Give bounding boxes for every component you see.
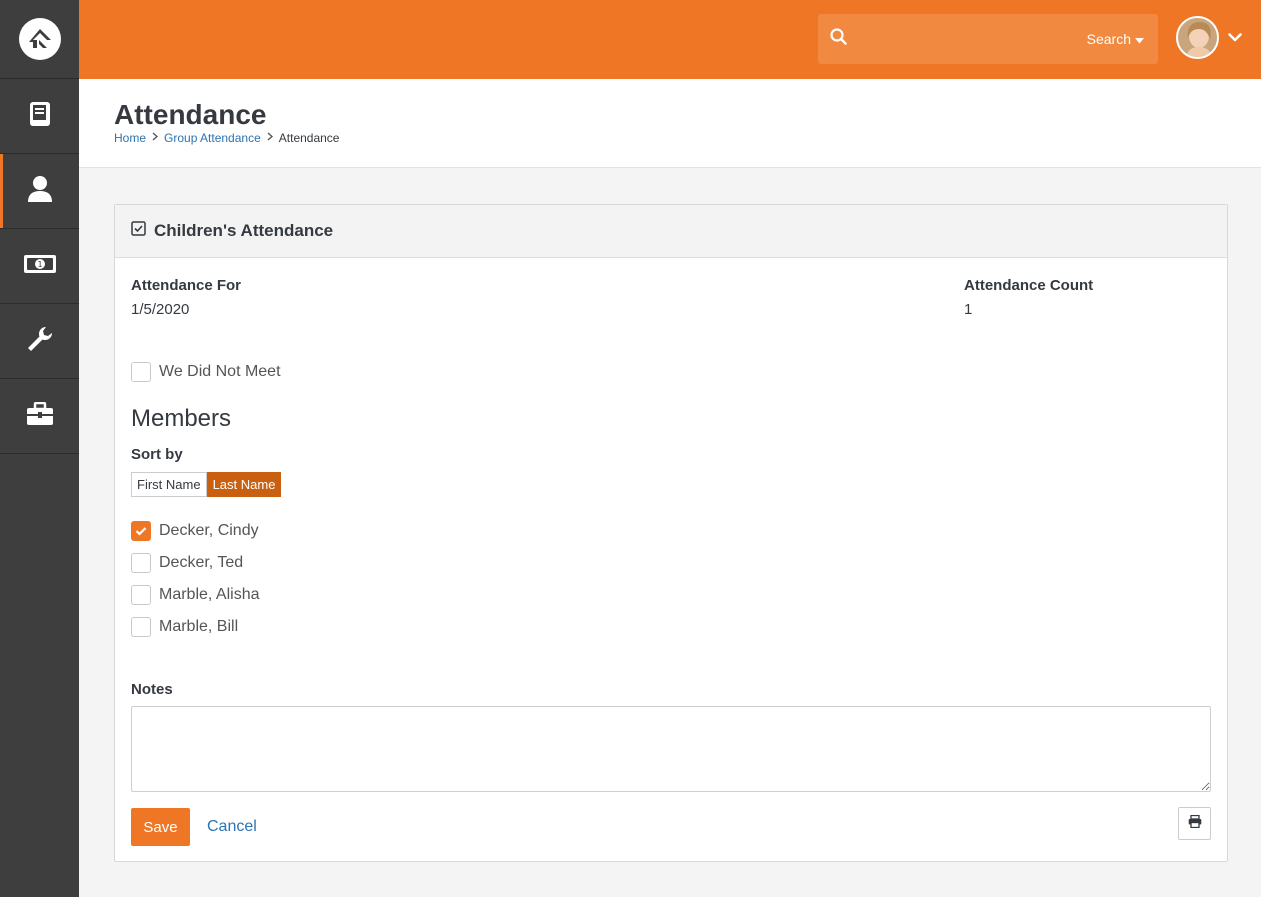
money-icon: 1 — [23, 253, 57, 280]
person-icon — [27, 175, 53, 208]
member-checkbox[interactable] — [131, 521, 151, 541]
attendance-for-label: Attendance For — [131, 277, 242, 294]
search-box[interactable]: Search — [818, 14, 1158, 64]
breadcrumb-group-attendance[interactable]: Group Attendance — [164, 131, 261, 145]
check-square-icon — [131, 221, 146, 241]
nav-item-people[interactable] — [0, 154, 79, 229]
member-checkbox[interactable] — [131, 617, 151, 637]
page-title: Attendance — [114, 99, 267, 130]
briefcase-icon — [26, 401, 54, 431]
nav-item-tools[interactable] — [0, 304, 79, 379]
breadcrumb-current: Attendance — [278, 131, 340, 145]
logo-container[interactable] — [0, 0, 79, 79]
sort-first-name-button[interactable]: First Name — [131, 472, 207, 497]
attendance-count-label: Attendance Count — [964, 277, 1094, 294]
nav-item-book[interactable] — [0, 79, 79, 154]
did-not-meet-label: We Did Not Meet — [159, 363, 281, 380]
search-button-label: Search — [1086, 31, 1131, 47]
book-icon — [28, 101, 52, 132]
cancel-button[interactable]: Cancel — [207, 818, 257, 836]
print-button[interactable] — [1178, 807, 1211, 840]
nav-item-admin[interactable] — [0, 379, 79, 454]
attendance-for-value: 1/5/2020 — [131, 301, 190, 318]
panel-heading: Children's Attendance — [115, 205, 1227, 258]
sidebar: 1 — [0, 0, 79, 897]
member-row[interactable]: Marble, Bill — [131, 617, 238, 637]
breadcrumb: Home Group Attendance Attendance — [114, 131, 339, 145]
search-icon — [830, 28, 847, 50]
caret-down-icon — [1135, 31, 1144, 47]
notes-label: Notes — [131, 681, 173, 698]
member-name: Marble, Bill — [159, 618, 239, 635]
panel-title: Children's Attendance — [154, 221, 334, 240]
member-row[interactable]: Decker, Cindy — [131, 521, 259, 541]
member-row[interactable]: Marble, Alisha — [131, 585, 260, 605]
checkmark-icon — [135, 527, 147, 536]
chevron-right-icon — [267, 132, 273, 144]
sort-last-name-button[interactable]: Last Name — [206, 472, 282, 497]
member-checkbox[interactable] — [131, 553, 151, 573]
member-name: Decker, Ted — [159, 554, 244, 571]
member-row[interactable]: Decker, Ted — [131, 553, 243, 573]
svg-text:1: 1 — [37, 260, 42, 269]
sort-toggle: First Name Last Name — [131, 472, 282, 497]
chevron-right-icon — [152, 132, 159, 144]
sort-by-label: Sort by — [131, 446, 183, 463]
did-not-meet-row[interactable]: We Did Not Meet — [131, 362, 281, 382]
did-not-meet-checkbox[interactable] — [131, 362, 151, 382]
page-header: Attendance Home Group Attendance Attenda… — [79, 79, 1261, 168]
member-name: Decker, Cindy — [159, 522, 259, 539]
attendance-count-value: 1 — [964, 301, 973, 318]
print-icon — [1188, 814, 1202, 833]
nav-item-finance[interactable]: 1 — [0, 229, 79, 304]
save-button[interactable]: Save — [131, 808, 190, 846]
search-type-button[interactable]: Search — [1087, 31, 1144, 47]
rock-logo-icon[interactable] — [18, 18, 61, 60]
chevron-down-icon[interactable] — [1228, 30, 1242, 48]
attendance-panel: Children's Attendance Attendance For 1/5… — [114, 204, 1228, 862]
avatar[interactable] — [1176, 16, 1219, 59]
member-name: Marble, Alisha — [159, 586, 260, 603]
wrench-icon — [26, 325, 54, 358]
notes-field[interactable] — [131, 706, 1211, 792]
top-header: Search — [79, 0, 1261, 79]
breadcrumb-home[interactable]: Home — [114, 131, 146, 145]
search-input[interactable] — [847, 14, 1087, 64]
members-title: Members — [131, 405, 232, 432]
member-checkbox[interactable] — [131, 585, 151, 605]
